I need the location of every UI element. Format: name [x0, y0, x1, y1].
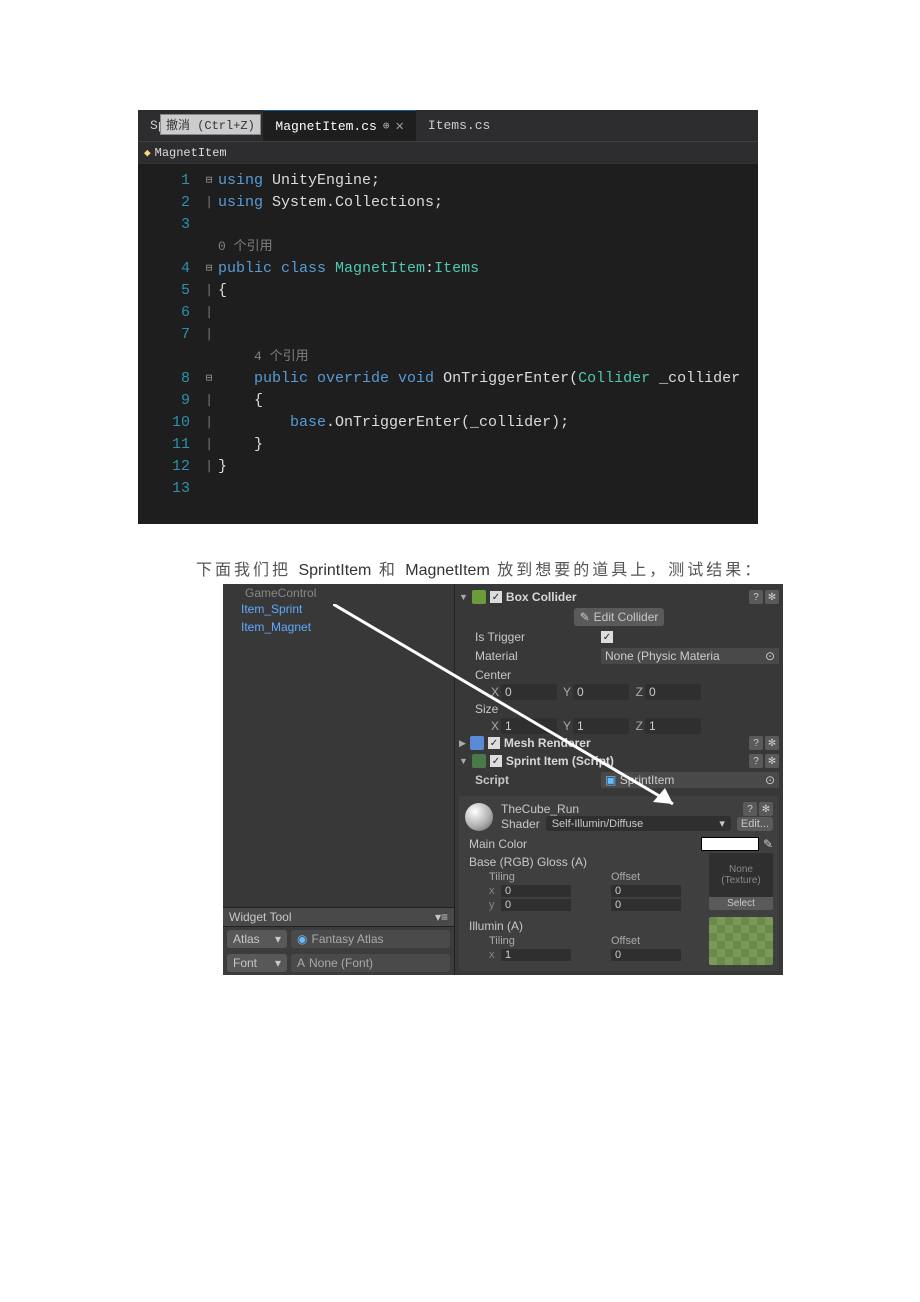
foldout-icon[interactable]: ▼ — [459, 756, 468, 766]
enabled-checkbox[interactable]: ✓ — [490, 591, 502, 603]
enabled-checkbox[interactable]: ✓ — [490, 755, 502, 767]
select-texture-button[interactable]: Select — [709, 897, 773, 910]
nav-bar[interactable]: ◆ MagnetItem — [138, 142, 758, 164]
hierarchy-item-magnet[interactable]: Item_Magnet — [223, 618, 454, 636]
tab-bar: SprintItem.cs 撤消 (Ctrl+Z) MagnetItem.cs … — [138, 110, 758, 142]
size-label: Size — [475, 702, 595, 716]
mesh-icon — [470, 736, 484, 750]
material-label: Material — [475, 649, 595, 663]
foldout-icon[interactable]: ▼ — [459, 592, 468, 602]
code-area[interactable]: 123 45 67 8910 111213 ⊟│⊟│││⊟││││ using … — [138, 164, 758, 524]
texture-slot-none[interactable]: None (Texture) — [709, 853, 773, 897]
class-icon: ◆ — [144, 146, 151, 160]
edit-collider-button[interactable]: ✎Edit Collider — [574, 608, 665, 626]
help-icon[interactable]: ? — [743, 802, 757, 816]
tab-items[interactable]: Items.cs — [416, 110, 502, 141]
script-icon — [472, 754, 486, 768]
eyedropper-icon[interactable]: ✎ — [759, 837, 773, 851]
line-numbers: 123 45 67 8910 111213 — [138, 170, 200, 500]
size-y[interactable]: 1 — [573, 718, 629, 734]
enabled-checkbox[interactable]: ✓ — [488, 737, 500, 749]
code-lines[interactable]: using UnityEngine; using System.Collecti… — [218, 170, 758, 500]
center-label: Center — [475, 668, 595, 682]
tiling-label: Tiling — [489, 935, 571, 947]
help-icon[interactable]: ? — [749, 590, 763, 604]
gear-icon[interactable]: ✻ — [765, 736, 779, 750]
script-field[interactable]: ▣ SprintItem⊙ — [601, 772, 779, 788]
is-trigger-label: Is Trigger — [475, 630, 595, 644]
gear-icon[interactable]: ✻ — [765, 754, 779, 768]
atlas-field[interactable]: ◉Fantasy Atlas — [291, 930, 450, 948]
tab-sprintitem[interactable]: SprintItem.cs 撤消 (Ctrl+Z) — [138, 110, 263, 141]
illumin-tiling-x[interactable]: 1 — [501, 949, 571, 961]
foldout-icon[interactable]: ▶ — [459, 738, 466, 749]
close-icon[interactable]: ✕ — [395, 118, 403, 135]
tiling-y[interactable]: 0 — [501, 899, 571, 911]
script-label: Script — [475, 773, 595, 787]
tiling-label: Tiling — [489, 871, 571, 883]
fold-column[interactable]: ⊟│⊟│││⊟││││ — [200, 170, 218, 500]
component-title: Box Collider — [506, 590, 577, 604]
help-icon[interactable]: ? — [749, 736, 763, 750]
offset-y[interactable]: 0 — [611, 899, 681, 911]
widget-tool: Widget Tool▾≡ Atlas▾ ◉Fantasy Atlas Font… — [223, 907, 454, 975]
component-title: Sprint Item (Script) — [506, 754, 614, 768]
mesh-renderer-header[interactable]: ▶ ✓ Mesh Renderer ?✻ — [459, 734, 779, 752]
pin-icon[interactable]: ⊕ — [383, 119, 390, 133]
illumin-label: Illumin (A) — [465, 917, 703, 935]
collider-icon — [472, 590, 486, 604]
size-x[interactable]: 1 — [501, 718, 557, 734]
sprint-script-header[interactable]: ▼ ✓ Sprint Item (Script) ?✻ — [459, 752, 779, 770]
gear-icon[interactable]: ✻ — [765, 590, 779, 604]
undo-hint: 撤消 (Ctrl+Z) — [160, 114, 261, 135]
material-block: TheCube_Run ?✻ Shader Self-Illumin/Diffu… — [459, 796, 779, 971]
tab-label: MagnetItem.cs — [275, 119, 376, 134]
shader-edit-button[interactable]: Edit... — [737, 817, 773, 831]
offset-x[interactable]: 0 — [611, 885, 681, 897]
center-x[interactable]: 0 — [501, 684, 557, 700]
font-dropdown[interactable]: Font▾ — [227, 954, 287, 972]
size-z[interactable]: 1 — [645, 718, 701, 734]
hierarchy-panel: GameControl Item_Sprint Item_Magnet Widg… — [223, 584, 455, 975]
main-color-label: Main Color — [469, 837, 589, 851]
unity-panel: GameControl Item_Sprint Item_Magnet Widg… — [223, 584, 783, 975]
tiling-x[interactable]: 0 — [501, 885, 571, 897]
shader-label: Shader — [501, 817, 540, 831]
texture-thumbnail[interactable] — [709, 917, 773, 965]
inspector-panel: ▼ ✓ Box Collider ?✻ ✎Edit Collider Is Tr… — [455, 584, 783, 975]
center-y[interactable]: 0 — [573, 684, 629, 700]
offset-label: Offset — [611, 871, 681, 883]
is-trigger-checkbox[interactable]: ✓ — [601, 631, 613, 643]
help-icon[interactable]: ? — [749, 754, 763, 768]
material-preview-sphere — [465, 803, 493, 831]
box-collider-header[interactable]: ▼ ✓ Box Collider ?✻ — [459, 588, 779, 606]
material-name: TheCube_Run — [501, 802, 579, 816]
widget-tool-title[interactable]: Widget Tool▾≡ — [223, 907, 454, 927]
code-editor: SprintItem.cs 撤消 (Ctrl+Z) MagnetItem.cs … — [138, 110, 758, 524]
hierarchy-root[interactable]: GameControl — [223, 584, 454, 600]
nav-text: MagnetItem — [155, 146, 227, 160]
gear-icon[interactable]: ✻ — [759, 802, 773, 816]
center-z[interactable]: 0 — [645, 684, 701, 700]
tab-magnetitem[interactable]: MagnetItem.cs ⊕ ✕ — [263, 110, 415, 141]
shader-dropdown[interactable]: Self-Illumin/Diffuse▾ — [546, 816, 731, 831]
material-field[interactable]: None (Physic Materia⊙ — [601, 648, 779, 664]
offset-label: Offset — [611, 935, 681, 947]
font-field[interactable]: ANone (Font) — [291, 954, 450, 972]
tab-label: Items.cs — [428, 118, 490, 133]
illumin-offset-x[interactable]: 0 — [611, 949, 681, 961]
hierarchy-item-sprint[interactable]: Item_Sprint — [223, 600, 454, 618]
caption-text: 下面我们把 SprintItem 和 MagnetItem 放到想要的道具上，测… — [196, 556, 920, 580]
color-swatch[interactable] — [701, 837, 759, 851]
component-title: Mesh Renderer — [504, 736, 591, 750]
base-rgb-label: Base (RGB) Gloss (A) — [465, 853, 703, 871]
atlas-dropdown[interactable]: Atlas▾ — [227, 930, 287, 948]
